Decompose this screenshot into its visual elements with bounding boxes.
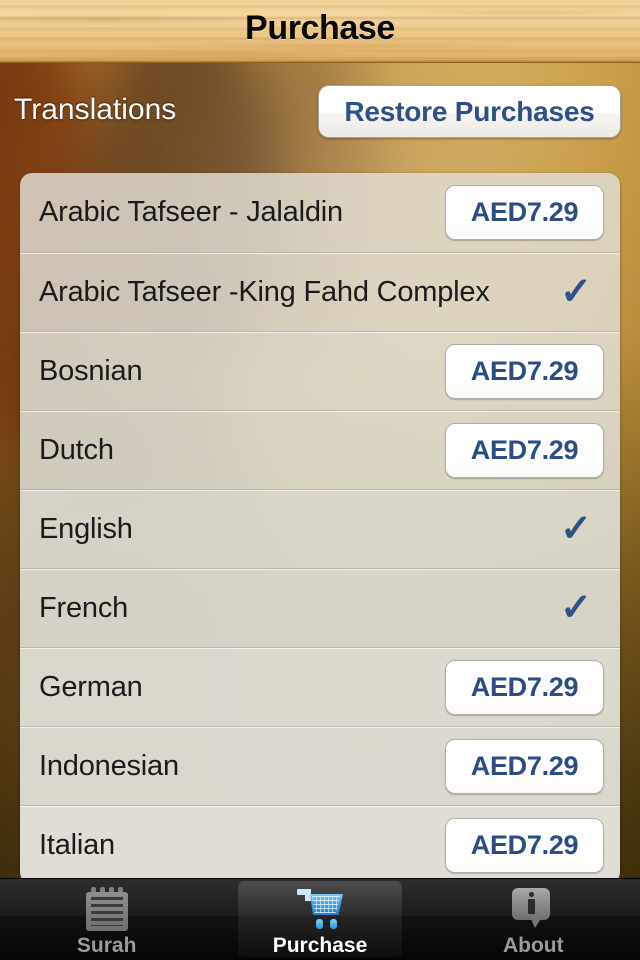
- translation-name: English: [39, 512, 133, 545]
- tab-surah[interactable]: Surah: [0, 879, 213, 960]
- price-buy-button[interactable]: AED7.29: [445, 422, 604, 478]
- tab-bar: Surah Purchase About: [0, 878, 640, 960]
- table-row[interactable]: Bosnian AED7.29: [20, 331, 620, 410]
- tab-label: Purchase: [272, 934, 368, 957]
- price-buy-button[interactable]: AED7.29: [445, 343, 604, 399]
- translation-name: Arabic Tafseer -King Fahd Complex: [39, 275, 490, 308]
- page-title: Purchase: [245, 9, 395, 47]
- row-separator: [20, 727, 620, 728]
- table-row[interactable]: German AED7.29: [20, 647, 620, 726]
- row-separator: [20, 332, 620, 333]
- tab-about[interactable]: About: [427, 879, 640, 960]
- section-title: Translations: [14, 93, 177, 126]
- tab-label: About: [502, 934, 564, 957]
- row-separator: [20, 411, 620, 412]
- table-row[interactable]: Dutch AED7.29: [20, 410, 620, 489]
- info-icon: [510, 886, 556, 932]
- table-row[interactable]: Indonesian AED7.29: [20, 726, 620, 805]
- translation-name: Bosnian: [39, 354, 143, 387]
- row-separator: [20, 253, 620, 254]
- price-buy-button[interactable]: AED7.29: [445, 185, 604, 240]
- checkmark-icon: ✓: [560, 271, 592, 313]
- tab-label: Surah: [76, 934, 137, 957]
- price-buy-button[interactable]: AED7.29: [445, 738, 604, 794]
- translation-name: Arabic Tafseer - Jalaldin: [39, 196, 343, 228]
- row-separator: [20, 569, 620, 570]
- table-row[interactable]: Arabic Tafseer - Jalaldin AED7.29: [20, 173, 620, 252]
- translations-table: Arabic Tafseer - Jalaldin AED7.29 Arabic T…: [20, 173, 620, 884]
- price-buy-button[interactable]: AED7.29: [445, 659, 604, 715]
- purchase-screen: Purchase Translations Restore Purchases …: [0, 0, 640, 960]
- row-separator: [20, 648, 620, 649]
- row-separator: [20, 806, 620, 807]
- price-buy-button[interactable]: AED7.29: [445, 817, 604, 873]
- translation-name: French: [39, 591, 129, 624]
- section-header: Translations Restore Purchases: [0, 63, 640, 171]
- tab-purchase[interactable]: Purchase: [213, 879, 426, 960]
- cart-icon: [296, 886, 343, 932]
- table-row[interactable]: English ✓: [20, 489, 620, 568]
- checkmark-icon: ✓: [560, 587, 592, 629]
- translation-name: Indonesian: [39, 749, 179, 782]
- navigation-bar: Purchase: [0, 0, 640, 63]
- table-row[interactable]: Italian AED7.29: [20, 805, 620, 884]
- checkmark-icon: ✓: [560, 508, 592, 550]
- table-row[interactable]: French ✓: [20, 568, 620, 647]
- restore-purchases-button[interactable]: Restore Purchases: [318, 85, 621, 138]
- table-row[interactable]: Arabic Tafseer -King Fahd Complex ✓: [20, 252, 620, 331]
- translation-name: Italian: [39, 828, 115, 861]
- translation-name: Dutch: [39, 433, 114, 466]
- notepad-icon: [84, 886, 130, 932]
- row-separator: [20, 490, 620, 491]
- translation-name: German: [39, 670, 143, 703]
